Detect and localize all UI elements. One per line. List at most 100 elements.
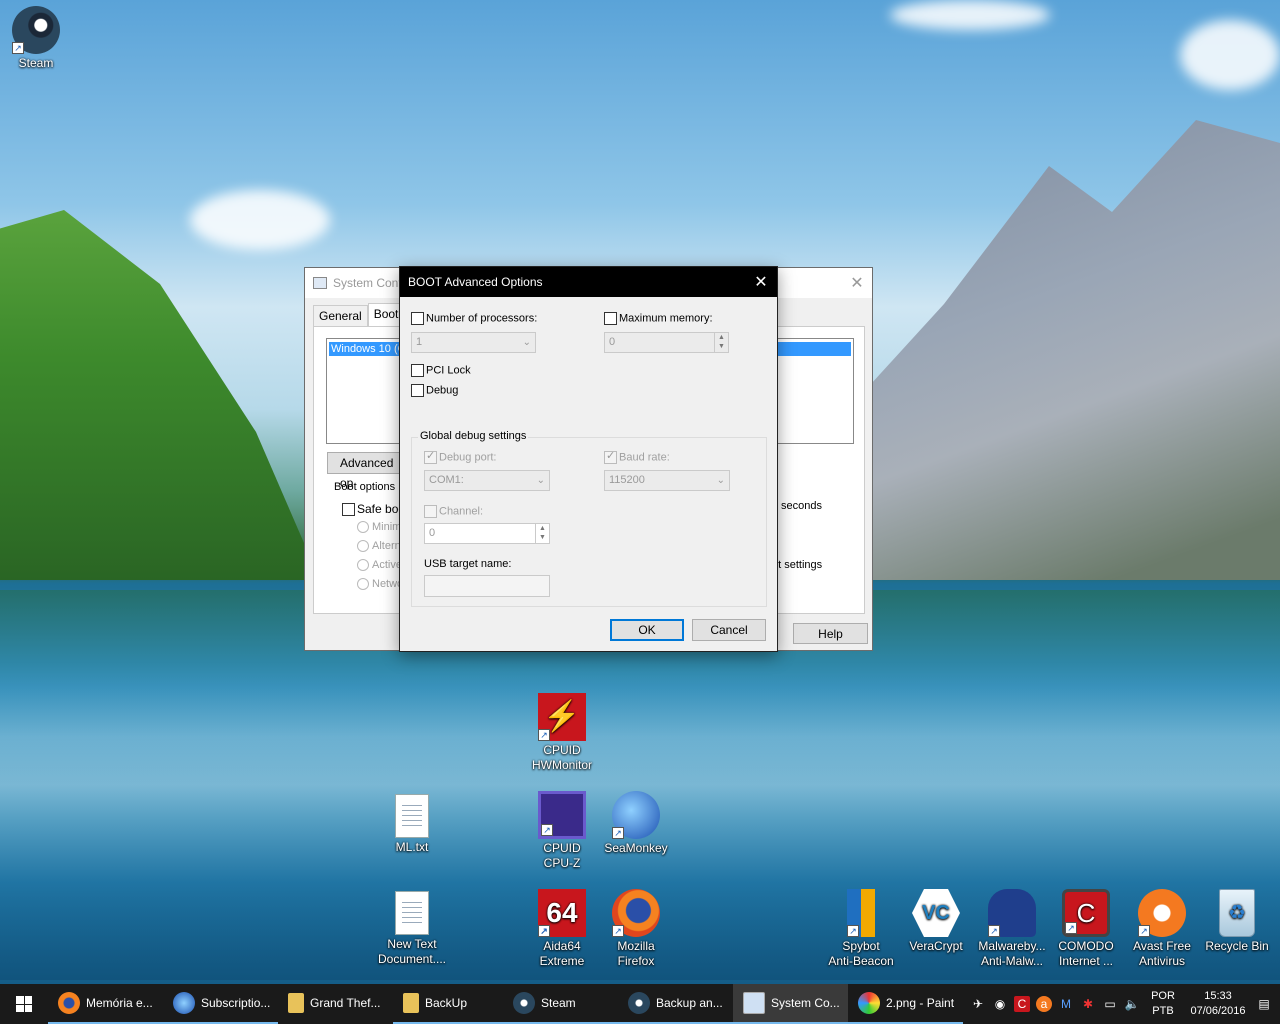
comodo-icon[interactable]: C — [1014, 996, 1030, 1012]
desktop-icon-label: New Text Document.... — [377, 937, 447, 966]
desktop-icon-ml-txt[interactable]: ML.txt — [374, 794, 450, 855]
usb-target-name-input[interactable] — [424, 575, 550, 597]
network-activity-icon[interactable]: ✱ — [1080, 996, 1096, 1012]
debug-port-checkbox[interactable]: Debug port: — [424, 449, 496, 464]
taskbar-item[interactable]: Steam — [503, 984, 618, 1024]
close-button[interactable]: ✕ — [745, 272, 777, 292]
desktop-icon-label: ML.txt — [395, 840, 429, 854]
boot-settings-label: ot settings — [772, 559, 823, 571]
desktop-icon-aida64[interactable]: 64 ↗ Aida64 Extreme — [524, 889, 600, 969]
taskbar-item[interactable]: Subscriptio... — [163, 984, 278, 1024]
desktop-icon-cpuz[interactable]: ↗ CPUID CPU-Z — [524, 791, 600, 871]
desktop-icon-comodo[interactable]: C ↗ COMODO Internet ... — [1048, 889, 1124, 969]
ok-button[interactable]: OK — [610, 619, 684, 641]
text-file-icon — [395, 891, 429, 935]
text-file-icon — [395, 794, 429, 838]
network-radio[interactable]: Netwo — [357, 578, 403, 591]
desktop-icon-label: Spybot Anti-Beacon — [828, 939, 894, 968]
folder-icon — [403, 993, 419, 1013]
close-button[interactable]: ✕ — [842, 273, 872, 293]
pci-lock-checkbox[interactable]: PCI Lock — [411, 364, 471, 377]
desktop-icon-recycle-bin[interactable]: ♻ Recycle Bin — [1199, 889, 1275, 954]
desktop-icon-label: Avast Free Antivirus — [1133, 939, 1191, 968]
desktop-icon-label: CPUID HWMonitor — [531, 743, 592, 772]
desktop-icon-spybot[interactable]: ↗ Spybot Anti-Beacon — [823, 889, 899, 969]
malwarebytes-icon[interactable]: M — [1058, 996, 1074, 1012]
taskbar-item[interactable]: System Co... — [733, 984, 848, 1024]
advanced-options-button[interactable]: Advanced op — [327, 452, 407, 490]
network-icon[interactable]: ▭ — [1102, 996, 1118, 1012]
mountain-right — [860, 120, 1280, 580]
spinner-icon[interactable]: ▲ ▼ — [535, 524, 549, 543]
desktop-icon-firefox[interactable]: ↗ Mozilla Firefox — [598, 889, 674, 969]
desktop-icon-label: CPUID CPU-Z — [543, 841, 581, 870]
volume-icon[interactable]: 🔈 — [1124, 996, 1140, 1012]
help-button[interactable]: Help — [793, 623, 868, 644]
avast-icon[interactable]: a — [1036, 996, 1052, 1012]
spybot-icon: ↗ — [847, 889, 875, 937]
notifications-icon[interactable]: ▤ — [1256, 996, 1272, 1012]
desktop-icon-new-text-document[interactable]: New Text Document.... — [374, 891, 450, 967]
desktop-icon-malwarebytes[interactable]: ↗ Malwareby... Anti-Malw... — [974, 889, 1050, 969]
cloud — [890, 0, 1050, 30]
chevron-down-icon: ⌄ — [522, 337, 531, 348]
baud-rate-select[interactable]: 115200 ⌄ — [604, 470, 730, 491]
desktop-icon-steam[interactable]: ↗ Steam — [0, 6, 74, 71]
taskbar-item[interactable]: Backup an... — [618, 984, 733, 1024]
airplane-icon[interactable]: ✈ — [970, 996, 986, 1012]
boot-options-label: Boot options — [334, 481, 396, 493]
tab-general[interactable]: General — [313, 305, 368, 327]
title-bar: BOOT Advanced Options ✕ — [400, 267, 777, 297]
steam-icon[interactable]: ◉ — [992, 996, 1008, 1012]
aida64-icon: 64 ↗ — [538, 889, 586, 937]
global-debug-settings-group: Global debug settings Debug port: COM1:⌄… — [411, 430, 767, 607]
maximum-memory-input[interactable]: 0 ▲ ▼ — [604, 332, 729, 353]
channel-checkbox[interactable]: Channel: — [424, 505, 483, 518]
baud-rate-checkbox[interactable]: Baud rate: — [604, 449, 670, 464]
alternate-shell-radio[interactable]: Altern — [357, 540, 401, 553]
desktop-icon-seamonkey[interactable]: ↗ SeaMonkey — [598, 791, 674, 856]
group-legend: Global debug settings — [418, 430, 529, 442]
number-of-processors-select[interactable]: 1 ⌄ — [411, 332, 536, 353]
desktop-icon-label: SeaMonkey — [604, 841, 668, 855]
maximum-memory-checkbox[interactable]: Maximum memory: — [604, 312, 713, 325]
paint-icon — [858, 992, 880, 1014]
taskbar-item[interactable]: Memória e... — [48, 984, 163, 1024]
cancel-button[interactable]: Cancel — [692, 619, 766, 641]
steam-icon — [628, 992, 650, 1014]
number-of-processors-checkbox[interactable]: Number of processors: — [411, 312, 537, 325]
dialog-title: BOOT Advanced Options — [408, 275, 543, 289]
system-tray: ✈ ◉ C a M ✱ ▭ 🔈 POR PTB 15:33 07/06/2016… — [970, 989, 1280, 1019]
active-directory-radio[interactable]: Active — [357, 559, 402, 572]
windows-logo-icon — [16, 996, 32, 1012]
debug-port-select[interactable]: COM1: ⌄ — [424, 470, 550, 491]
usb-target-name-label: USB target name: — [424, 558, 512, 570]
folder-icon — [288, 993, 304, 1013]
steam-icon — [513, 992, 535, 1014]
safe-boot-checkbox[interactable]: Safe boo — [342, 502, 405, 517]
firefox-icon — [58, 992, 80, 1014]
comodo-icon: C ↗ — [1062, 889, 1110, 937]
cloud — [1180, 20, 1280, 90]
seamonkey-icon — [173, 992, 195, 1014]
avast-icon: ↗ — [1138, 889, 1186, 937]
steam-icon: ↗ — [12, 6, 60, 54]
spinner-icon[interactable]: ▲ ▼ — [714, 333, 728, 352]
hill-left — [0, 210, 320, 580]
language-indicator[interactable]: POR PTB — [1146, 989, 1180, 1019]
taskbar-item[interactable]: BackUp — [393, 984, 503, 1024]
taskbar-item[interactable]: Grand Thef... — [278, 984, 393, 1024]
desktop-icon-label: Malwareby... Anti-Malw... — [978, 939, 1046, 968]
start-button[interactable] — [0, 984, 48, 1024]
desktop-icon-avast[interactable]: ↗ Avast Free Antivirus — [1124, 889, 1200, 969]
minimal-radio[interactable]: Minim — [357, 521, 401, 534]
clock[interactable]: 15:33 07/06/2016 — [1186, 989, 1250, 1019]
hwmonitor-icon: ⚡ ↗ — [538, 693, 586, 741]
msconfig-icon — [313, 277, 327, 289]
chevron-down-icon: ⌄ — [536, 475, 545, 486]
channel-input[interactable]: 0 ▲ ▼ — [424, 523, 550, 544]
taskbar-item[interactable]: 2.png - Paint — [848, 984, 963, 1024]
desktop-icon-hwmonitor[interactable]: ⚡ ↗ CPUID HWMonitor — [524, 693, 600, 773]
debug-checkbox[interactable]: Debug — [411, 384, 458, 397]
desktop-icon-veracrypt[interactable]: VC VeraCrypt — [898, 889, 974, 954]
